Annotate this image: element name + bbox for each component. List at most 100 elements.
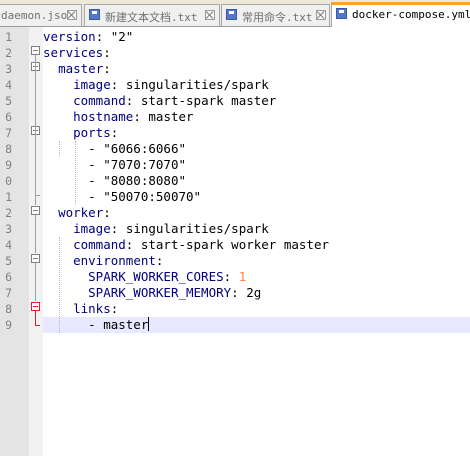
tab-label: daemon.json	[1, 9, 74, 22]
yaml-separator: :	[110, 77, 126, 92]
code-line[interactable]: - "7070:7070"	[43, 157, 186, 173]
line-number: 2	[5, 206, 12, 220]
code-editor[interactable]: 1 version: "2" 2 services: 3 master: 4 image:…	[0, 27, 470, 456]
code-line[interactable]: SPARK_WORKER_MEMORY: 2g	[43, 285, 261, 301]
yaml-key: command	[73, 93, 126, 108]
yaml-value: master	[148, 109, 194, 124]
code-line[interactable]: environment:	[43, 253, 163, 269]
code-line[interactable]: version: "2"	[43, 29, 133, 45]
code-line[interactable]: - "6066:6066"	[43, 141, 186, 157]
tab-common-commands[interactable]: 常用命令.txt	[221, 4, 330, 26]
code-line[interactable]: hostname: master	[43, 109, 194, 125]
yaml-separator: :	[110, 221, 126, 236]
yaml-value: - "50070:50070"	[88, 189, 202, 204]
yaml-value: 2g	[246, 285, 262, 300]
code-line[interactable]: - "8080:8080"	[43, 173, 186, 189]
yaml-key: ports	[73, 125, 111, 140]
code-line[interactable]: command: start-spark master	[43, 93, 276, 109]
yaml-value: "2"	[110, 29, 134, 44]
fold-toggle-icon[interactable]	[31, 254, 40, 263]
tab-bar: daemon.json 新建文本文档.txt 常用命令.txt docker-c…	[0, 0, 470, 27]
fold-toggle-icon[interactable]	[31, 302, 40, 311]
yaml-key: environment	[73, 253, 156, 268]
yaml-separator: :	[223, 269, 239, 284]
tab-docker-compose-yml[interactable]: docker-compose.yml	[331, 2, 470, 27]
line-number: 1	[5, 190, 12, 204]
code-line[interactable]: master:	[43, 61, 111, 77]
yaml-key: command	[73, 237, 126, 252]
line-number: 9	[5, 158, 12, 172]
close-icon[interactable]	[316, 10, 326, 20]
code-line[interactable]: - master	[43, 317, 150, 333]
code-line[interactable]: SPARK_WORKER_CORES: 1	[43, 269, 246, 285]
yaml-key: SPARK_WORKER_CORES	[88, 269, 224, 284]
line-number: 4	[5, 78, 12, 92]
yaml-key: links	[73, 301, 111, 316]
yaml-value: - "6066:6066"	[88, 141, 186, 156]
yaml-value: start-spark master	[140, 93, 277, 108]
text-caret	[148, 317, 150, 331]
close-icon[interactable]	[67, 10, 77, 20]
yaml-key: image	[73, 77, 111, 92]
line-number: 8	[5, 142, 12, 156]
line-number: 2	[5, 46, 12, 60]
yaml-separator: :	[125, 93, 141, 108]
fold-line	[35, 263, 36, 301]
yaml-separator: :	[125, 237, 141, 252]
yaml-key: version	[43, 29, 96, 44]
line-number: 1	[5, 30, 12, 44]
yaml-separator: :	[155, 253, 164, 268]
yaml-separator: :	[110, 301, 119, 316]
code-line[interactable]: image: singularities/spark	[43, 77, 269, 93]
code-line[interactable]: links:	[43, 301, 118, 317]
code-line[interactable]: image: singularities/spark	[43, 221, 269, 237]
code-line[interactable]: services:	[43, 45, 111, 61]
yaml-separator: :	[110, 125, 119, 140]
yaml-key: image	[73, 221, 111, 236]
line-number: 5	[5, 254, 12, 268]
yaml-key: hostname	[73, 109, 134, 124]
line-number: 7	[5, 126, 12, 140]
tab-new-text-document[interactable]: 新建文本文档.txt	[84, 4, 220, 26]
yaml-separator: :	[103, 45, 111, 60]
fold-toggle-icon[interactable]	[31, 46, 40, 55]
save-file-icon	[89, 9, 100, 20]
line-number: 0	[5, 174, 12, 188]
yaml-value: start-spark worker master	[140, 237, 330, 252]
code-line[interactable]: worker:	[43, 205, 111, 221]
yaml-separator: :	[103, 205, 111, 220]
line-number: 5	[5, 94, 12, 108]
save-file-icon	[336, 8, 347, 19]
close-icon[interactable]	[205, 10, 215, 20]
fold-line	[35, 215, 36, 253]
yaml-separator: :	[95, 29, 111, 44]
code-line[interactable]: command: start-spark worker master	[43, 237, 329, 253]
yaml-key: worker	[58, 205, 104, 220]
line-number: 7	[5, 286, 12, 300]
yaml-key: services	[43, 45, 104, 60]
line-number: 9	[5, 318, 12, 332]
tab-label: 常用命令.txt	[242, 11, 313, 24]
yaml-key: master	[58, 61, 104, 76]
tab-daemon-json[interactable]: daemon.json	[0, 4, 82, 26]
fold-line	[35, 135, 36, 196]
code-line[interactable]: ports:	[43, 125, 118, 141]
code-line[interactable]: - "50070:50070"	[43, 189, 201, 205]
line-number: 6	[5, 110, 12, 124]
fold-toggle-icon[interactable]	[31, 206, 40, 215]
